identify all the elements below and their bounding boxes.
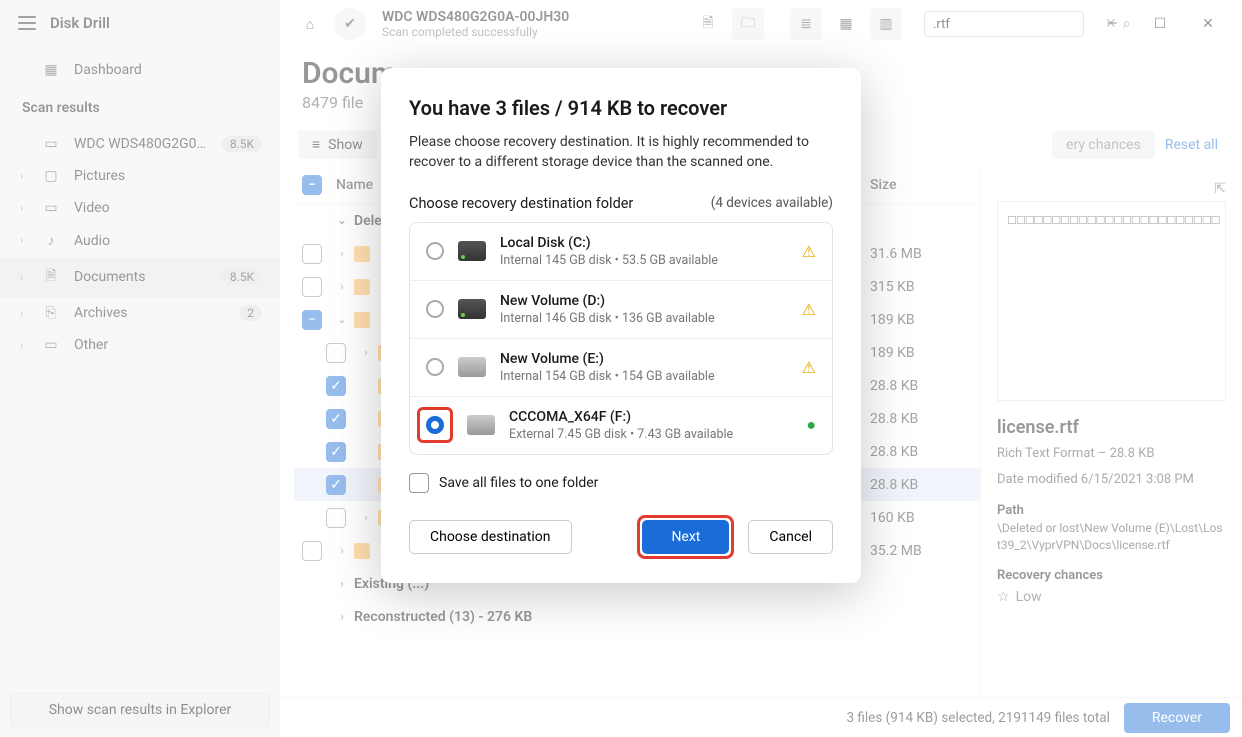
warning-icon: ⚠	[802, 358, 816, 377]
disk-icon	[458, 241, 486, 261]
warning-icon: ⚠	[802, 300, 816, 319]
destination-item[interactable]: New Volume (E:)Internal 154 GB disk • 15…	[410, 339, 832, 397]
disk-icon	[458, 299, 486, 319]
radio-input[interactable]	[426, 358, 444, 376]
disk-icon	[467, 415, 495, 435]
warning-icon: ⚠	[802, 242, 816, 261]
radio-input[interactable]	[426, 416, 444, 434]
destination-item[interactable]: CCCOMA_X64F (F:)External 7.45 GB disk • …	[410, 397, 832, 454]
modal-overlay: You have 3 files / 914 KB to recover Ple…	[0, 0, 1242, 737]
devices-available: (4 devices available)	[711, 195, 833, 211]
disk-icon	[458, 357, 486, 377]
cancel-button[interactable]: Cancel	[748, 520, 833, 554]
destination-item[interactable]: New Volume (D:)Internal 146 GB disk • 13…	[410, 281, 832, 339]
save-all-checkbox[interactable]	[409, 473, 429, 493]
modal-description: Please choose recovery destination. It i…	[409, 132, 833, 173]
radio-input[interactable]	[426, 242, 444, 260]
save-all-label: Save all files to one folder	[439, 475, 598, 491]
destination-label: Choose recovery destination folder	[409, 195, 633, 212]
radio-input[interactable]	[426, 300, 444, 318]
destination-item[interactable]: Local Disk (C:)Internal 145 GB disk • 53…	[410, 223, 832, 281]
modal-title: You have 3 files / 914 KB to recover	[409, 96, 833, 120]
destination-list: Local Disk (C:)Internal 145 GB disk • 53…	[409, 222, 833, 455]
next-button[interactable]: Next	[642, 520, 729, 554]
check-circle-icon: ●	[806, 415, 816, 435]
choose-destination-button[interactable]: Choose destination	[409, 520, 572, 554]
next-button-highlight: Next	[637, 515, 734, 559]
recovery-destination-modal: You have 3 files / 914 KB to recover Ple…	[381, 68, 861, 583]
